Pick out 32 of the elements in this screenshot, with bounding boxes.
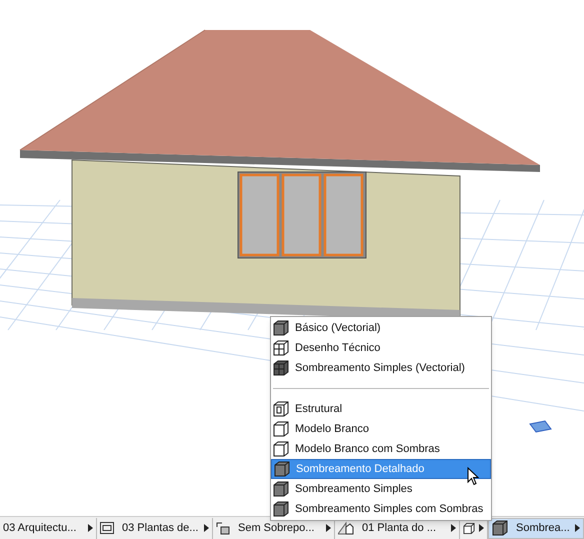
cube-icon <box>273 481 289 497</box>
arrow-icon <box>88 524 93 532</box>
menu-item[interactable]: Sombreamento Simples (Vectorial) <box>271 358 491 378</box>
menu-item[interactable]: Modelo Branco com Sombras <box>271 439 491 459</box>
arrow-icon <box>204 524 209 532</box>
cube-icon <box>273 441 289 457</box>
cube-icon <box>273 340 289 356</box>
arrow-icon <box>479 524 484 532</box>
view-tab[interactable]: Sombrea... <box>488 518 584 538</box>
cube-icon <box>273 421 289 437</box>
menu-item[interactable]: Modelo Branco <box>271 419 491 439</box>
view-tab[interactable]: 03 Plantas de... <box>97 518 213 538</box>
cube-icon <box>273 320 289 336</box>
layers-icon <box>216 522 230 534</box>
arrow-icon <box>326 524 331 532</box>
menu-item[interactable]: Sombreamento Simples <box>271 479 491 499</box>
cursor-icon <box>467 467 479 486</box>
menu-item[interactable]: Sombreamento Simples com Sombras <box>271 499 491 519</box>
cube-icon <box>492 520 508 536</box>
menu-item[interactable]: Desenho Técnico <box>271 338 491 358</box>
arrow-icon <box>575 524 580 532</box>
arrow-icon <box>451 524 456 532</box>
menu-item[interactable]: Estrutural <box>271 399 491 419</box>
frame-icon <box>100 522 114 534</box>
cube-icon <box>463 522 475 534</box>
cube-icon <box>273 501 289 517</box>
menu-item[interactable]: Básico (Vectorial) <box>271 318 491 338</box>
cube-icon <box>273 360 289 376</box>
cube-icon <box>274 461 290 477</box>
cube-icon <box>273 401 289 417</box>
view-tab[interactable]: 03 Arquitectu... <box>0 518 97 538</box>
grid-icon <box>528 420 552 434</box>
